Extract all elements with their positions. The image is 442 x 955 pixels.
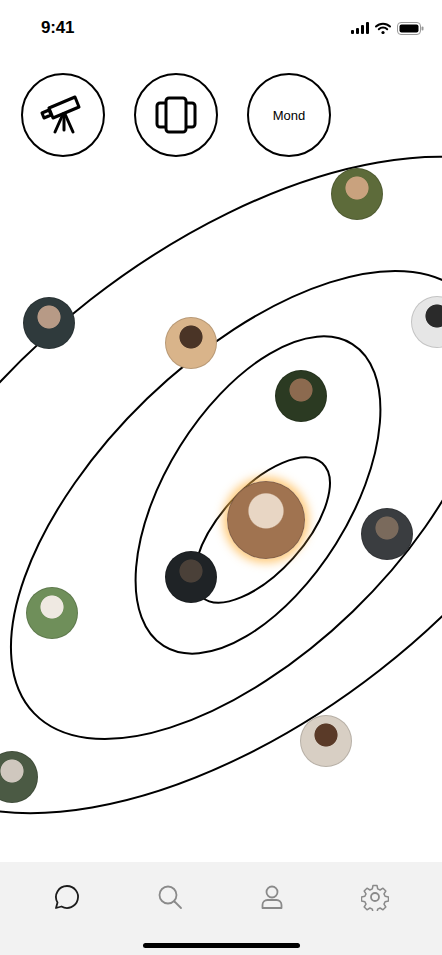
signal-icon: [351, 22, 369, 34]
top-button-row: Mond: [0, 56, 442, 157]
orbit-ring: [86, 295, 431, 694]
orbit-ring: [0, 29, 442, 941]
search-tab[interactable]: [150, 881, 190, 913]
avatar[interactable]: [331, 168, 383, 220]
wifi-icon: [375, 22, 391, 34]
tab-bar: [0, 862, 442, 955]
status-icons: [351, 22, 424, 35]
battery-icon: [397, 22, 424, 35]
orbit-screen: 9:41 Mond: [0, 0, 442, 955]
profile-tab[interactable]: [252, 881, 292, 913]
avatar[interactable]: [23, 297, 75, 349]
avatar[interactable]: [0, 751, 38, 803]
settings-tab[interactable]: [355, 881, 395, 913]
mond-label: Mond: [273, 108, 306, 123]
cards-icon: [154, 95, 198, 135]
avatar[interactable]: [165, 551, 217, 603]
avatar[interactable]: [300, 715, 352, 767]
orbit-ring: [0, 190, 442, 820]
telescope-button[interactable]: [21, 73, 105, 157]
profile-icon: [258, 883, 286, 911]
avatar[interactable]: [26, 587, 78, 639]
home-indicator: [143, 943, 300, 948]
avatar[interactable]: [165, 317, 217, 369]
avatar[interactable]: [275, 370, 327, 422]
avatar[interactable]: [411, 296, 442, 348]
cards-button[interactable]: [134, 73, 218, 157]
telescope-icon: [39, 94, 87, 136]
chat-icon: [53, 883, 81, 911]
status-time: 9:41: [41, 18, 74, 38]
status-bar: 9:41: [0, 0, 442, 56]
search-icon: [156, 883, 184, 911]
chat-tab[interactable]: [47, 881, 87, 913]
avatar[interactable]: [361, 508, 413, 560]
gear-icon: [361, 883, 389, 911]
avatar[interactable]: [227, 481, 305, 559]
text-button[interactable]: Mond: [247, 73, 331, 157]
